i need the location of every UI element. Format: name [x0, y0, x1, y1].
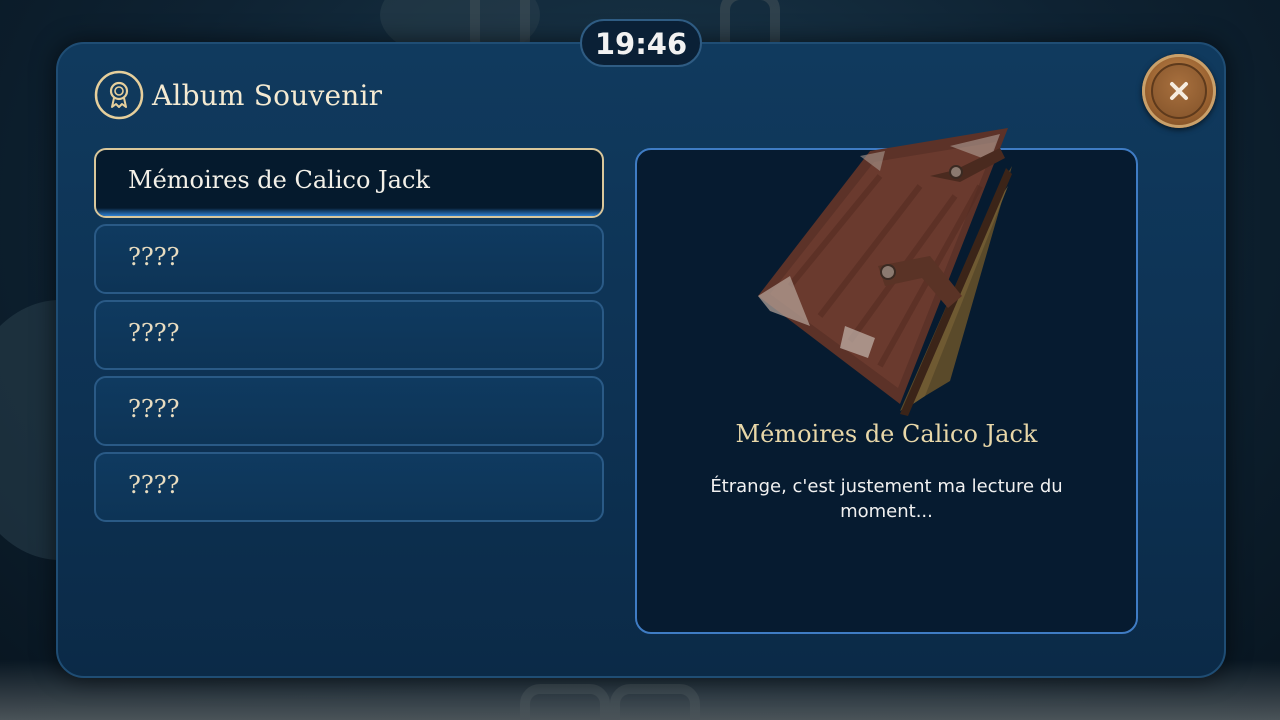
list-item-calico-jack[interactable]: Mémoires de Calico Jack: [94, 148, 604, 218]
list-item-label: ????: [128, 471, 180, 499]
list-item-locked[interactable]: ????: [94, 224, 604, 294]
list-item-locked[interactable]: ????: [94, 452, 604, 522]
souvenir-list: Mémoires de Calico Jack ???? ???? ???? ?…: [94, 148, 604, 528]
list-item-label: ????: [128, 319, 180, 347]
timer: 19:46: [580, 19, 702, 67]
close-icon: [1170, 82, 1188, 100]
list-item-label: ????: [128, 243, 180, 271]
list-item-locked[interactable]: ????: [94, 376, 604, 446]
list-item-locked[interactable]: ????: [94, 300, 604, 370]
list-item-label: Mémoires de Calico Jack: [128, 166, 430, 194]
detail-title: Mémoires de Calico Jack: [735, 420, 1038, 448]
leather-book-image: [758, 128, 1012, 416]
detail-description: Étrange, c'est justement ma lecture du m…: [710, 476, 1063, 522]
list-item-label: ????: [128, 395, 180, 423]
album-header: Album Souvenir: [94, 68, 382, 122]
page-title: Album Souvenir: [152, 78, 383, 112]
medal-icon: [94, 70, 144, 120]
close-button-face[interactable]: [1151, 63, 1207, 119]
close-button[interactable]: [1142, 54, 1216, 128]
